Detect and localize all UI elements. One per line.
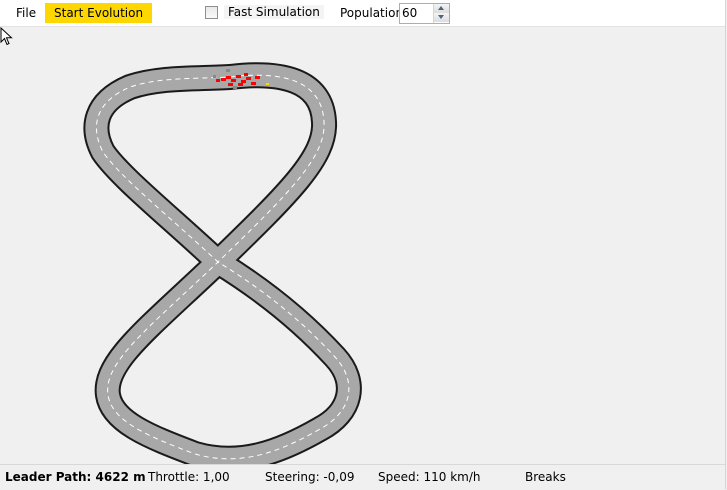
- leader-path-status: Leader Path: 4622 m: [5, 470, 146, 484]
- car: [241, 80, 246, 83]
- chevron-up-icon: [438, 6, 444, 10]
- car: [233, 86, 237, 89]
- menu-bar: File Start Evolution Fast Simulation Pop…: [0, 0, 725, 27]
- fast-simulation-checkbox[interactable]: [205, 6, 218, 19]
- car: [226, 76, 231, 79]
- menu-file[interactable]: File: [8, 3, 44, 23]
- car: [238, 83, 243, 86]
- start-evolution-button[interactable]: Start Evolution: [45, 3, 153, 23]
- app-window: File Start Evolution Fast Simulation Pop…: [0, 0, 726, 489]
- car: [236, 75, 241, 78]
- car: [216, 79, 220, 82]
- car: [231, 79, 236, 82]
- mouse-pointer-icon: [0, 27, 13, 46]
- simulation-canvas[interactable]: [0, 27, 725, 464]
- fast-simulation-label: Fast Simulation: [224, 5, 324, 19]
- steering-status: Steering: -0,09: [265, 470, 355, 484]
- population-input[interactable]: 60: [402, 6, 417, 20]
- car: [244, 73, 248, 76]
- throttle-status: Throttle: 1,00: [148, 470, 230, 484]
- car: [246, 77, 251, 80]
- car: [266, 83, 269, 85]
- car: [228, 83, 233, 86]
- status-bar: Leader Path: 4622 m Throttle: 1,00 Steer…: [0, 464, 725, 489]
- car: [251, 82, 256, 85]
- population-stepper[interactable]: 60: [399, 3, 450, 24]
- population-spin-buttons: [433, 4, 449, 23]
- car: [226, 69, 230, 72]
- population-decrement-button[interactable]: [434, 13, 449, 22]
- car: [255, 76, 260, 79]
- breaks-status: Breaks: [525, 470, 566, 484]
- car: [221, 78, 226, 81]
- car: [213, 75, 216, 78]
- chevron-down-icon: [438, 15, 444, 19]
- population-label: Population: [340, 6, 404, 20]
- speed-status: Speed: 110 km/h: [378, 470, 481, 484]
- track-drawing: [83, 62, 362, 464]
